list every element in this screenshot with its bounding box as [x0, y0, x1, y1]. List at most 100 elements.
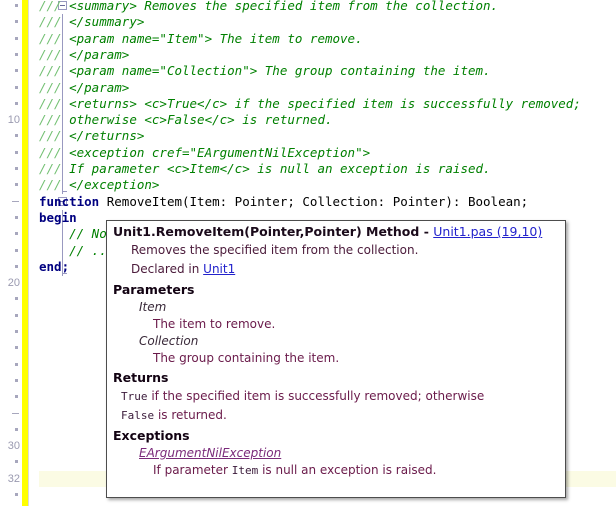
line-marker-dot	[15, 379, 18, 382]
line-marker-dot	[0, 63, 22, 79]
line-marker-dot	[0, 259, 22, 275]
line-marker-dot	[15, 314, 18, 317]
line-marker-dot	[15, 428, 18, 431]
returns-code-false: False	[121, 409, 155, 422]
code-token: ///	[39, 63, 70, 78]
line-marker-dot	[15, 249, 18, 252]
line-marker-dot	[0, 161, 22, 177]
code-line[interactable]: /// <param name="Item"> The item to remo…	[39, 31, 363, 47]
line-marker-dot	[15, 265, 18, 268]
exception-desc-post: is null an exception is raised.	[258, 463, 437, 477]
code-line[interactable]: /// </summary>	[39, 14, 144, 30]
code-token: function	[39, 194, 100, 209]
line-marker-dot	[15, 69, 18, 72]
line-marker-dot	[15, 297, 18, 300]
code-line[interactable]: /// <returns> <c>True</c> if the specifi…	[39, 96, 581, 112]
code-line[interactable]: /// </param>	[39, 47, 129, 63]
returns-description: True if the specified item is successful…	[113, 387, 559, 425]
code-line[interactable]: begin	[39, 210, 77, 226]
line-marker-dot	[15, 151, 18, 154]
exception-desc-code: Item	[231, 464, 259, 477]
line-marker-dot	[0, 210, 22, 226]
code-token: </exception>	[69, 177, 160, 192]
parameter-description: The item to remove.	[153, 317, 276, 331]
line-marker-dot	[0, 243, 22, 259]
line-marker-dot	[0, 128, 22, 144]
line-marker-dot	[0, 340, 22, 356]
heading-exceptions: Exceptions	[113, 428, 190, 443]
declared-in-label: Declared in	[131, 262, 204, 276]
code-line[interactable]: /// </returns>	[39, 128, 144, 144]
code-folding-column[interactable]	[29, 0, 67, 506]
code-token: ///	[39, 145, 70, 160]
code-line[interactable]: /// <summary> Removes the specified item…	[39, 0, 498, 14]
line-marker-dot	[0, 454, 22, 470]
tooltip-source-link[interactable]: Unit1.pas (19,10)	[433, 224, 542, 239]
line-marker-dot	[15, 330, 18, 333]
documentation-tooltip: Unit1.RemoveItem(Pointer,Pointer) Method…	[106, 220, 566, 498]
code-token: end;	[39, 259, 70, 274]
exception-description: If parameter Item is null an exception i…	[113, 462, 559, 479]
tooltip-title-separator: -	[419, 224, 434, 239]
code-token: </param>	[69, 47, 130, 62]
line-marker-dot	[0, 308, 22, 324]
code-token: ///	[39, 161, 70, 176]
line-marker-dot	[0, 177, 22, 193]
line-marker-dot	[0, 0, 22, 14]
line-marker-dot	[15, 363, 18, 366]
line-marker-dot	[0, 422, 22, 438]
line-number: 30	[7, 440, 20, 452]
code-token: ///	[39, 0, 70, 13]
heading-returns: Returns	[113, 370, 169, 385]
code-token: <param name="Item"> The item to remove.	[69, 31, 363, 46]
returns-code-true: True	[121, 390, 148, 403]
code-line[interactable]: /// otherwise <c>False</c> is returned.	[39, 112, 333, 128]
line-marker-dot	[0, 80, 22, 96]
line-marker-dot	[0, 226, 22, 242]
line-number: 32	[7, 473, 20, 485]
code-line[interactable]: // ...	[39, 243, 114, 259]
tooltip-title-text: Unit1.RemoveItem(Pointer,Pointer) Method	[113, 224, 420, 239]
code-line[interactable]: /// </param>	[39, 80, 129, 96]
line-marker-dot	[15, 134, 18, 137]
code-token: otherwise <c>False</c> is returned.	[69, 112, 333, 127]
parameter-name: Item	[139, 300, 167, 314]
line-marker-dash	[12, 413, 19, 414]
line-marker-dot	[0, 389, 22, 405]
line-marker-dot	[0, 194, 22, 210]
line-marker-dot	[15, 86, 18, 89]
code-line[interactable]: /// <param name="Collection"> The group …	[39, 63, 491, 79]
tooltip-declared-in: Declared in Unit1	[113, 260, 559, 279]
line-marker-dot	[0, 291, 22, 307]
line-marker-dot	[15, 493, 18, 496]
code-token: <exception cref="EArgumentNilException">	[69, 145, 371, 160]
code-token: If parameter <c>Item</c> is null an exce…	[69, 161, 491, 176]
tooltip-summary: Removes the specified item from the coll…	[131, 243, 419, 257]
code-line[interactable]: function RemoveItem(Item: Pointer; Colle…	[39, 194, 528, 210]
code-token: ///	[39, 128, 70, 143]
parameter-description: The group containing the item.	[153, 351, 340, 365]
declared-in-link[interactable]: Unit1	[203, 262, 235, 276]
line-marker-dot	[0, 324, 22, 340]
line-marker-dot	[15, 167, 18, 170]
line-marker-dot	[15, 4, 18, 7]
code-token: ///	[39, 80, 70, 95]
code-line[interactable]: /// If parameter <c>Item</c> is null an …	[39, 161, 491, 177]
code-token: ///	[39, 96, 70, 111]
line-marker-dot	[15, 460, 18, 463]
code-line[interactable]: /// </exception>	[39, 177, 159, 193]
line-number: 20	[7, 277, 20, 289]
code-line[interactable]: /// <exception cref="EArgumentNilExcepti…	[39, 145, 370, 161]
line-marker-dot	[15, 395, 18, 398]
code-token: </param>	[69, 80, 130, 95]
exception-link[interactable]: EArgumentNilException	[113, 445, 559, 462]
line-marker-dot	[15, 232, 18, 235]
code-line[interactable]: end;	[39, 259, 69, 275]
code-token: ///	[39, 31, 70, 46]
line-marker-dot	[0, 31, 22, 47]
line-marker-dot	[15, 346, 18, 349]
code-token: RemoveItem(Item: Pointer; Collection: Po…	[99, 194, 529, 209]
line-marker-dot	[0, 47, 22, 63]
